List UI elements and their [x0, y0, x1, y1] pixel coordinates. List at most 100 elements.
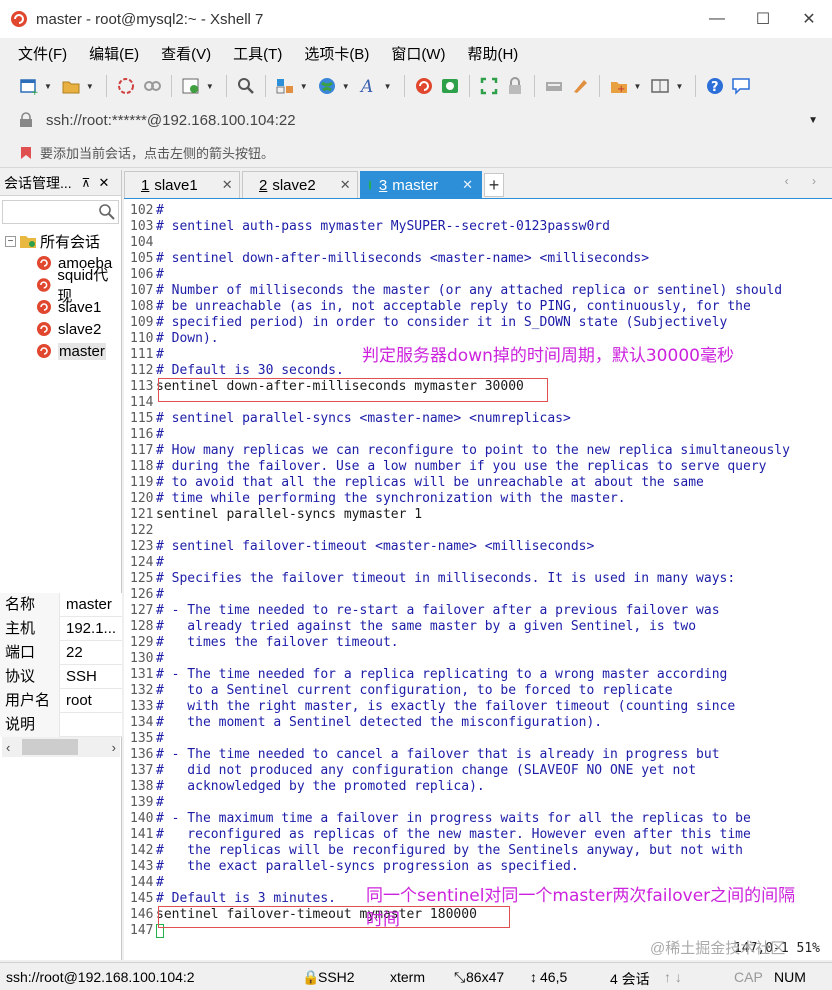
tab-slave2[interactable]: 2 slave2 ✕ [242, 171, 358, 198]
minimize-button[interactable]: — [694, 0, 740, 38]
property-row: 协议 SSH [0, 664, 122, 689]
new-tab-folder-icon[interactable]: + [608, 75, 630, 97]
properties-dropdown-icon[interactable]: ▼ [206, 82, 214, 91]
line-text: # Default is 30 seconds. [156, 363, 344, 378]
menu-tabs[interactable]: 选项卡(B) [300, 41, 373, 66]
tile-dropdown-icon[interactable]: ▼ [675, 82, 683, 91]
help-icon[interactable]: ? [704, 75, 726, 97]
line-text: # the exact parallel-syncs progression a… [156, 859, 579, 874]
maximize-button[interactable]: ☐ [740, 0, 786, 38]
toolbar-separator [105, 75, 107, 97]
globe-dropdown-icon[interactable]: ▼ [342, 82, 350, 91]
xftp-icon[interactable] [439, 75, 461, 97]
address-input[interactable]: ssh://root:******@192.168.100.104:22 [46, 112, 296, 129]
layout-icon[interactable] [274, 75, 296, 97]
session-label: master [58, 342, 106, 360]
line-number: 132 [130, 683, 154, 698]
menu-edit[interactable]: 编辑(E) [85, 41, 143, 66]
pin-icon[interactable]: ⊼ [82, 176, 91, 190]
terminal-output[interactable]: 102 #103 # sentinel auth-pass mymaster MyS… [124, 198, 832, 960]
session-search-input[interactable] [2, 200, 119, 224]
tree-horizontal-scrollbar[interactable]: ‹ › [2, 737, 120, 757]
line-text: # Specifies the failover timeout in mill… [156, 571, 736, 586]
line-text: # Number of milliseconds the master (or … [156, 283, 783, 298]
tab-label: slave1 [154, 176, 198, 194]
close-button[interactable]: ✕ [786, 0, 832, 38]
line-text: # - The time needed for a replica replic… [156, 667, 728, 682]
open-dropdown-icon[interactable]: ▼ [86, 82, 94, 91]
new-session-dropdown-icon[interactable]: ▼ [44, 82, 52, 91]
terminal-line: 138 # acknowledged by the promoted replic… [130, 779, 790, 795]
tab-label: slave2 [272, 176, 316, 194]
address-bar[interactable]: ssh://root:******@192.168.100.104:22 ▼ [12, 106, 826, 134]
line-number: 123 [130, 539, 154, 554]
line-text: # Default is 3 minutes. [156, 891, 337, 906]
terminal-line: 127 # - The time needed to re-start a fai… [130, 603, 790, 619]
font-icon[interactable]: A [358, 75, 380, 97]
menu-help[interactable]: 帮助(H) [463, 41, 522, 66]
tree-root-all-sessions[interactable]: − 所有会话 [0, 230, 121, 252]
lock-icon[interactable] [504, 75, 526, 97]
terminal-line: 107 # Number of milliseconds the master (… [130, 283, 790, 299]
add-tab-button[interactable]: + [484, 173, 504, 197]
highlight-pen-icon[interactable] [569, 75, 591, 97]
scroll-left-icon[interactable]: ‹ [2, 740, 14, 755]
terminal-line: 109 # specified period) in order to consi… [130, 315, 790, 331]
line-text: # [156, 731, 164, 746]
line-text: # sentinel parallel-syncs <master-name> … [156, 411, 571, 426]
line-number: 140 [130, 811, 154, 826]
collapse-icon[interactable]: − [5, 235, 16, 247]
keyboard-icon[interactable] [543, 75, 565, 97]
find-icon[interactable] [235, 75, 257, 97]
status-num-lock: NUM [774, 969, 806, 985]
line-text: # acknowledged by the promoted replica). [156, 779, 485, 794]
reconnect-icon[interactable] [115, 75, 137, 97]
font-dropdown-icon[interactable]: ▼ [384, 82, 392, 91]
scroll-right-icon[interactable]: › [108, 740, 120, 755]
status-scroll-arrows[interactable]: ↑ ↓ [664, 969, 682, 985]
session-item-slave2[interactable]: slave2 [0, 318, 121, 340]
line-number: 139 [130, 795, 154, 810]
line-text: # did not produced any configuration cha… [156, 763, 697, 778]
tile-windows-icon[interactable] [649, 75, 671, 97]
properties-icon[interactable] [180, 75, 202, 97]
tab-close-icon[interactable]: ✕ [222, 177, 233, 193]
new-tab-dropdown-icon[interactable]: ▼ [634, 82, 642, 91]
menu-view[interactable]: 查看(V) [157, 41, 215, 66]
terminal-line: 103 # sentinel auth-pass mymaster MySUPER… [130, 219, 790, 235]
terminal-line: 123 # sentinel failover-timeout <master-n… [130, 539, 790, 555]
fullscreen-icon[interactable] [478, 75, 500, 97]
tab-close-icon[interactable]: ✕ [340, 177, 351, 193]
terminal-line: 126 # [130, 587, 790, 603]
disconnect-icon[interactable] [141, 75, 163, 97]
terminal-line: 135 # [130, 731, 790, 747]
status-session-count: 4 会话 [610, 971, 650, 987]
session-item-master[interactable]: master [0, 340, 121, 362]
menu-window[interactable]: 窗口(W) [387, 41, 449, 66]
address-dropdown-icon[interactable]: ▼ [808, 115, 818, 126]
scrollbar-thumb[interactable] [22, 739, 78, 755]
session-item-squid[interactable]: squid代现 [0, 267, 121, 305]
xshell-icon[interactable] [413, 75, 435, 97]
open-folder-icon[interactable] [60, 75, 82, 97]
tab-master[interactable]: 3 master ✕ [360, 171, 482, 198]
toolbar-separator [170, 75, 172, 97]
new-session-icon[interactable]: + [18, 75, 40, 97]
menu-file[interactable]: 文件(F) [14, 41, 71, 66]
tab-close-icon[interactable]: ✕ [462, 177, 473, 193]
line-text: # [156, 651, 164, 666]
globe-icon[interactable] [316, 75, 338, 97]
layout-dropdown-icon[interactable]: ▼ [300, 82, 308, 91]
terminal-line: 142 # the replicas will be reconfigured b… [130, 843, 790, 859]
tab-navigation-arrows[interactable]: ‹ › [785, 174, 826, 188]
panel-close-icon[interactable]: ✕ [98, 175, 109, 191]
menu-bar: 文件(F) 编辑(E) 查看(V) 工具(T) 选项卡(B) 窗口(W) 帮助(… [0, 38, 832, 68]
property-value: SSH [66, 668, 97, 685]
chat-icon[interactable] [730, 75, 752, 97]
line-number: 105 [130, 251, 154, 266]
menu-tools[interactable]: 工具(T) [229, 41, 286, 66]
tab-slave1[interactable]: 1 slave1 ✕ [124, 171, 240, 198]
bookmark-arrow-icon[interactable] [18, 145, 34, 161]
line-text: # sentinel failover-timeout <master-name… [156, 539, 595, 554]
search-icon[interactable] [98, 203, 116, 221]
